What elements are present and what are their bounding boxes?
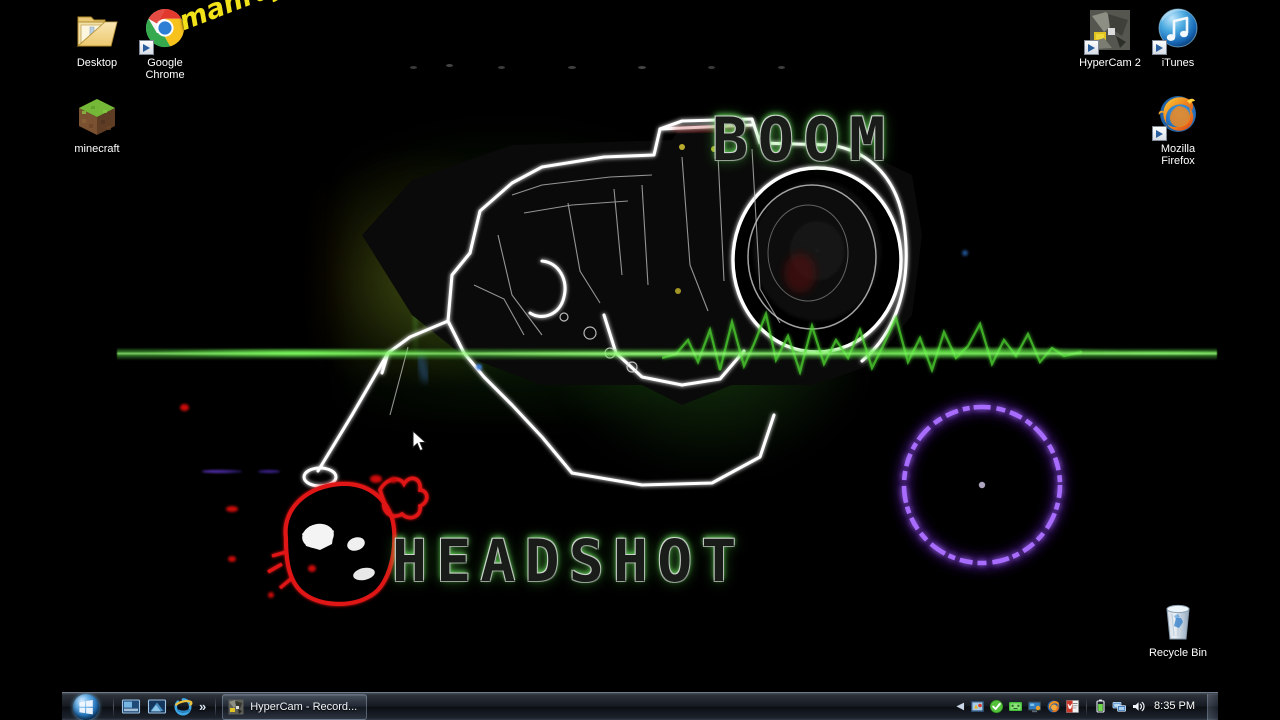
quick-launch-separator <box>113 696 114 717</box>
tray-icon-updater[interactable] <box>1008 699 1023 714</box>
recycle-bin-icon <box>1154 596 1202 644</box>
wallpaper-dust-speck <box>498 66 505 69</box>
desktop-icon-label: Desktop <box>76 57 118 69</box>
wallpaper-blue-speck <box>476 364 482 370</box>
desktop-icon-itunes[interactable]: iTunes <box>1140 6 1216 69</box>
desktop-icon-label: minecraft <box>74 143 120 155</box>
desktop-icon-label-line2: Firefox <box>1161 155 1195 167</box>
folder-icon <box>73 6 121 54</box>
wallpaper-crosshair-reticle <box>846 321 1118 649</box>
wallpaper-dust-speck <box>410 66 417 69</box>
shortcut-arrow-icon <box>1152 40 1167 55</box>
tray-separator <box>1086 697 1088 716</box>
minecraft-icon <box>73 92 121 140</box>
taskbar-clock[interactable]: 8:35 PM <box>1154 701 1195 712</box>
shortcut-arrow-icon <box>1084 40 1099 55</box>
wallpaper-sniper-rifle <box>302 117 922 488</box>
start-button[interactable] <box>63 693 109 720</box>
desktop-icon-label: Recycle Bin <box>1148 647 1208 659</box>
wallpaper-green-streak <box>567 160 572 365</box>
taskbar-button-label: HyperCam - Record... <box>250 700 358 713</box>
chrome-icon <box>139 6 189 55</box>
show-desktop-icon[interactable] <box>120 696 142 718</box>
screen: BOOM HEADSHOT Desktop Google Chrome mine… <box>0 0 1280 720</box>
wallpaper-word-boom: BOOM <box>712 105 895 175</box>
wallpaper-blood-speck <box>308 565 316 572</box>
wallpaper-blood-speck <box>370 475 382 483</box>
taskbar-button-hypercam[interactable]: HyperCam - Record... <box>222 693 368 720</box>
system-tray: ◀ 8:35 PM <box>954 694 1207 720</box>
shortcut-arrow-icon <box>1152 126 1167 141</box>
desktop-surface[interactable]: BOOM HEADSHOT <box>62 0 1218 692</box>
wallpaper-dust-speck <box>446 64 453 67</box>
wallpaper-dust-speck <box>638 66 646 69</box>
wallpaper-green-streak <box>618 215 621 365</box>
desktop-icon-recycle-bin[interactable]: Recycle Bin <box>1140 596 1216 659</box>
switch-windows-icon[interactable] <box>146 696 168 718</box>
wallpaper-dust-speck <box>778 66 785 69</box>
desktop-icon-label: Google <box>147 57 183 69</box>
wallpaper-green-glow-left <box>342 120 762 420</box>
wallpaper-green-glow-right <box>532 160 852 480</box>
wallpaper-waveform-band <box>117 330 1217 376</box>
tray-icon-firefox[interactable] <box>1046 699 1061 714</box>
tray-icon-display[interactable] <box>1027 699 1042 714</box>
tray-icon-messenger[interactable] <box>989 699 1004 714</box>
wallpaper-green-streak <box>414 215 417 365</box>
wallpaper-blue-speck <box>962 250 968 256</box>
desktop-icon-hypercam-2[interactable]: HyperCam 2 <box>1072 6 1148 69</box>
desktop-icon-label-line2: Chrome <box>145 69 185 81</box>
wallpaper-word-headshot: HEADSHOT <box>392 527 746 595</box>
desktop-icon-google-chrome[interactable]: Google Chrome <box>127 6 203 81</box>
wallpaper-purple-speck <box>202 470 242 473</box>
quick-launch-overflow-button[interactable]: » <box>199 700 206 713</box>
windows-orb-icon <box>73 693 99 720</box>
tray-icon-network[interactable] <box>1112 699 1127 714</box>
tray-icon-office[interactable] <box>1065 699 1080 714</box>
tray-icon-antivirus[interactable] <box>970 699 985 714</box>
hypercam-icon <box>1084 6 1134 55</box>
task-area-separator <box>215 696 217 717</box>
wallpaper-blood-speck <box>268 592 274 598</box>
itunes-icon <box>1152 6 1202 55</box>
wallpaper-blood-speck <box>180 404 189 411</box>
tray-icon-volume[interactable] <box>1131 699 1146 714</box>
desktop-icon-minecraft[interactable]: minecraft <box>59 92 135 155</box>
desktop-icon-label: Mozilla <box>1160 143 1196 155</box>
task-button-area: HyperCam - Record... <box>220 693 954 720</box>
tray-icon-power[interactable] <box>1093 699 1108 714</box>
wallpaper-purple-speck <box>258 470 280 473</box>
wallpaper-red-skull <box>267 476 429 606</box>
wallpaper-green-streak <box>654 190 658 368</box>
desktop-icon-label: iTunes <box>1161 57 1195 69</box>
desktop-icon-desktop[interactable]: Desktop <box>59 6 135 69</box>
wallpaper-green-streak <box>524 200 527 365</box>
taskbar[interactable]: » HyperCam - Record... ◀ 8:35 PM <box>62 692 1218 720</box>
internet-explorer-icon[interactable] <box>172 696 194 718</box>
show-desktop-button[interactable] <box>1207 693 1218 720</box>
desktop-icon-mozilla-firefox[interactable]: Mozilla Firefox <box>1140 92 1216 167</box>
desktop-icon-label: HyperCam 2 <box>1079 57 1141 69</box>
wallpaper-amber-glow <box>317 150 547 380</box>
wallpaper-dust-speck <box>568 66 576 69</box>
wallpaper-waveform-spikes <box>662 310 1082 376</box>
tray-expand-icon[interactable]: ◀ <box>956 701 964 712</box>
shortcut-arrow-icon <box>139 40 154 55</box>
wallpaper-blood-speck <box>228 556 236 562</box>
wallpaper-green-streak <box>482 180 486 370</box>
hypercam-icon <box>228 699 244 715</box>
wallpaper-green-streak <box>702 235 705 365</box>
firefox-icon <box>1152 92 1202 141</box>
wallpaper-dust-speck <box>708 66 715 69</box>
wallpaper-blood-speck <box>390 477 397 483</box>
wallpaper-blood-speck <box>226 506 238 512</box>
